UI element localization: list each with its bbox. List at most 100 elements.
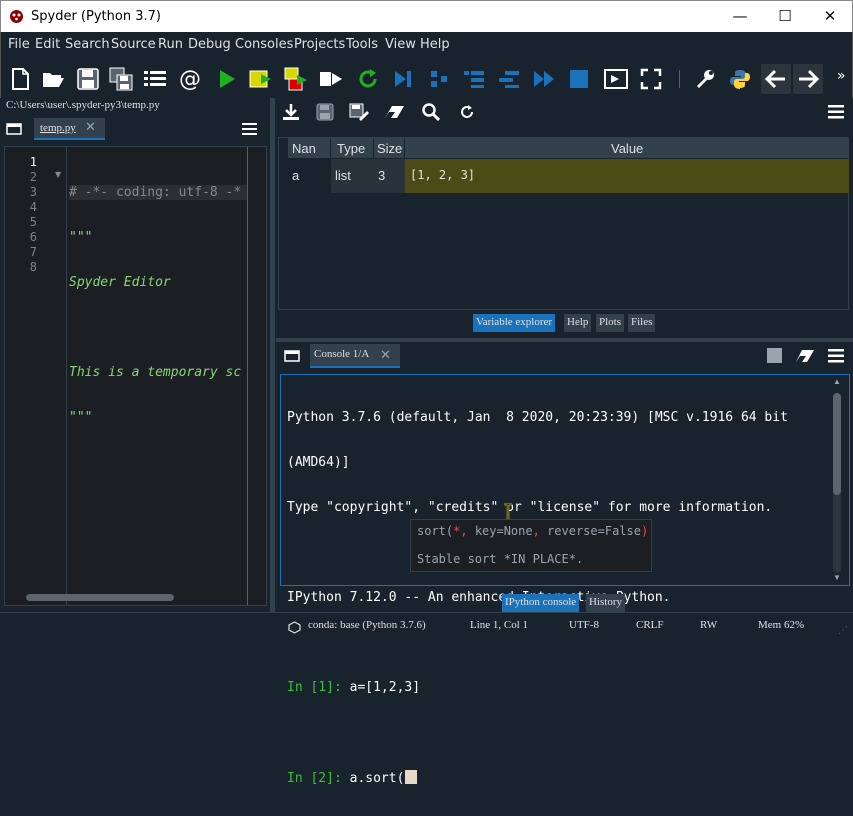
continue-icon[interactable] (530, 65, 558, 93)
resize-grip-icon[interactable]: ⋰ (838, 625, 848, 636)
table-row[interactable]: a list 3 [1, 2, 3] (288, 159, 849, 193)
menu-debug[interactable]: Debug (188, 37, 231, 52)
menu-help[interactable]: Help (420, 37, 450, 52)
text-cursor (405, 770, 418, 784)
editor-pane: temp.py ✕ 1 2 3 4 5 6 7 8 ▼ # -*- coding… (0, 116, 270, 629)
maximize-button[interactable]: ☐ (762, 1, 808, 32)
scroll-up-arrow-icon[interactable]: ▲ (833, 377, 841, 386)
outline-list-icon[interactable] (141, 65, 169, 93)
status-memory: Mem 62% (758, 619, 805, 631)
console-options-menu-icon[interactable] (828, 349, 844, 368)
menu-tools[interactable]: Tools (346, 37, 378, 52)
varexp-options-menu-icon[interactable] (828, 105, 844, 124)
status-cursor-position: Line 1, Col 1 (470, 619, 529, 631)
line-number: 7 (29, 245, 37, 259)
status-eol: CRLF (636, 619, 664, 631)
back-arrow-icon (762, 65, 790, 93)
run-cell-icon[interactable] (247, 65, 275, 93)
variable-explorer-pane: Nan Type Size Value a list 3 [1, 2, 3] V… (276, 98, 853, 338)
console-output[interactable]: Python 3.7.6 (default, Jan 8 2020, 20:23… (280, 374, 850, 786)
menu-edit[interactable]: Edit (35, 37, 60, 52)
clear-console-eraser-icon[interactable] (795, 349, 815, 368)
menu-run[interactable]: Run (158, 37, 183, 52)
new-file-icon[interactable] (6, 65, 34, 93)
code-line-docstring: Spyder Editor (69, 275, 171, 290)
minimize-button[interactable]: — (717, 1, 763, 32)
save-data-as-icon[interactable] (349, 103, 369, 126)
prompt: In [2]: (287, 771, 342, 786)
browse-console-tabs-icon[interactable] (284, 349, 300, 368)
email-at-icon[interactable]: @ (176, 65, 204, 93)
editor-tab-label: temp.py (40, 122, 76, 134)
console-tab[interactable]: Console 1/A ✕ (310, 344, 400, 368)
editor-scrollbar-handle[interactable] (26, 594, 174, 601)
line-number: 3 (29, 185, 37, 199)
tab-help[interactable]: Help (564, 314, 592, 332)
maximize-pane-icon[interactable] (602, 65, 630, 93)
status-encoding: UTF-8 (569, 619, 599, 631)
close-button[interactable]: ✕ (807, 1, 853, 32)
editor-tab-temp-py[interactable]: temp.py ✕ (34, 118, 105, 140)
menu-consoles[interactable]: Consoles (235, 37, 293, 52)
toolbar-overflow-icon[interactable]: » (837, 68, 846, 84)
input-code: a.sort( (341, 771, 405, 786)
stop-debug-icon[interactable] (565, 65, 593, 93)
rerun-icon[interactable] (354, 65, 382, 93)
interrupt-kernel-icon[interactable] (767, 348, 782, 363)
refresh-icon[interactable] (459, 104, 475, 125)
save-icon[interactable] (74, 65, 102, 93)
run-selection-icon[interactable] (317, 65, 345, 93)
debug-icon[interactable] (389, 65, 417, 93)
tab-files[interactable]: Files (628, 314, 656, 332)
run-cell-advance-icon[interactable] (282, 65, 310, 93)
step-return-icon[interactable] (495, 65, 523, 93)
line-number: 4 (29, 200, 37, 214)
close-tab-icon[interactable]: ✕ (85, 120, 96, 135)
calltip-signature: sort(*, key=None, reverse=False) (417, 524, 648, 538)
menu-projects[interactable]: Projects (294, 37, 345, 52)
step-into-icon[interactable] (460, 65, 488, 93)
run-icon[interactable] (213, 65, 241, 93)
close-console-tab-icon[interactable]: ✕ (380, 348, 391, 363)
save-all-icon[interactable] (107, 65, 135, 93)
calltip-func: sort( (417, 524, 454, 538)
status-conda-env[interactable]: conda: base (Python 3.7.6) (308, 619, 426, 631)
menu-file[interactable]: File (8, 37, 30, 52)
preferences-wrench-icon[interactable] (691, 65, 719, 93)
import-data-icon[interactable] (282, 103, 300, 126)
search-icon[interactable] (422, 103, 441, 126)
remove-all-variables-eraser-icon[interactable] (384, 104, 406, 125)
input-line-2: In [2]: a.sort( (287, 770, 833, 786)
tab-ipython-console[interactable]: IPython console (502, 594, 580, 612)
col-header-type[interactable]: Type (337, 141, 365, 156)
code-editor[interactable]: 1 2 3 4 5 6 7 8 ▼ # -*- coding: utf-8 -*… (4, 146, 267, 629)
prompt: In [1]: (287, 680, 342, 695)
tab-variable-explorer[interactable]: Variable explorer (473, 314, 556, 332)
editor-options-menu-icon[interactable] (242, 122, 257, 141)
col-header-name[interactable]: Nan (292, 141, 316, 156)
title-bar: Spyder (Python 3.7) — ☐ ✕ (0, 0, 853, 32)
save-data-icon[interactable] (316, 103, 334, 126)
fullscreen-icon[interactable] (637, 65, 665, 93)
open-folder-icon[interactable] (39, 65, 67, 93)
tab-history[interactable]: History (586, 594, 625, 612)
menu-source[interactable]: Source (111, 37, 156, 52)
line-number: 2 (29, 170, 37, 184)
fold-arrow-icon[interactable]: ▼ (55, 170, 61, 179)
scroll-down-arrow-icon[interactable]: ▼ (833, 573, 841, 582)
col-header-value[interactable]: Value (611, 141, 643, 156)
cell-type: list (335, 168, 351, 183)
console-scrollbar-handle[interactable] (833, 393, 841, 495)
python-path-icon[interactable] (726, 65, 754, 93)
step-icon[interactable] (425, 65, 453, 93)
browse-tabs-icon[interactable] (6, 122, 22, 141)
menu-view[interactable]: View (385, 37, 416, 52)
banner-line: (AMD64)] (287, 455, 350, 470)
col-header-size[interactable]: Size (377, 141, 402, 156)
menu-search[interactable]: Search (65, 37, 110, 52)
tab-plots[interactable]: Plots (596, 314, 625, 332)
calltip-key: key=None (474, 524, 533, 538)
vertical-splitter[interactable] (270, 98, 275, 612)
variable-table: Nan Type Size Value a list 3 [1, 2, 3] (278, 137, 849, 310)
